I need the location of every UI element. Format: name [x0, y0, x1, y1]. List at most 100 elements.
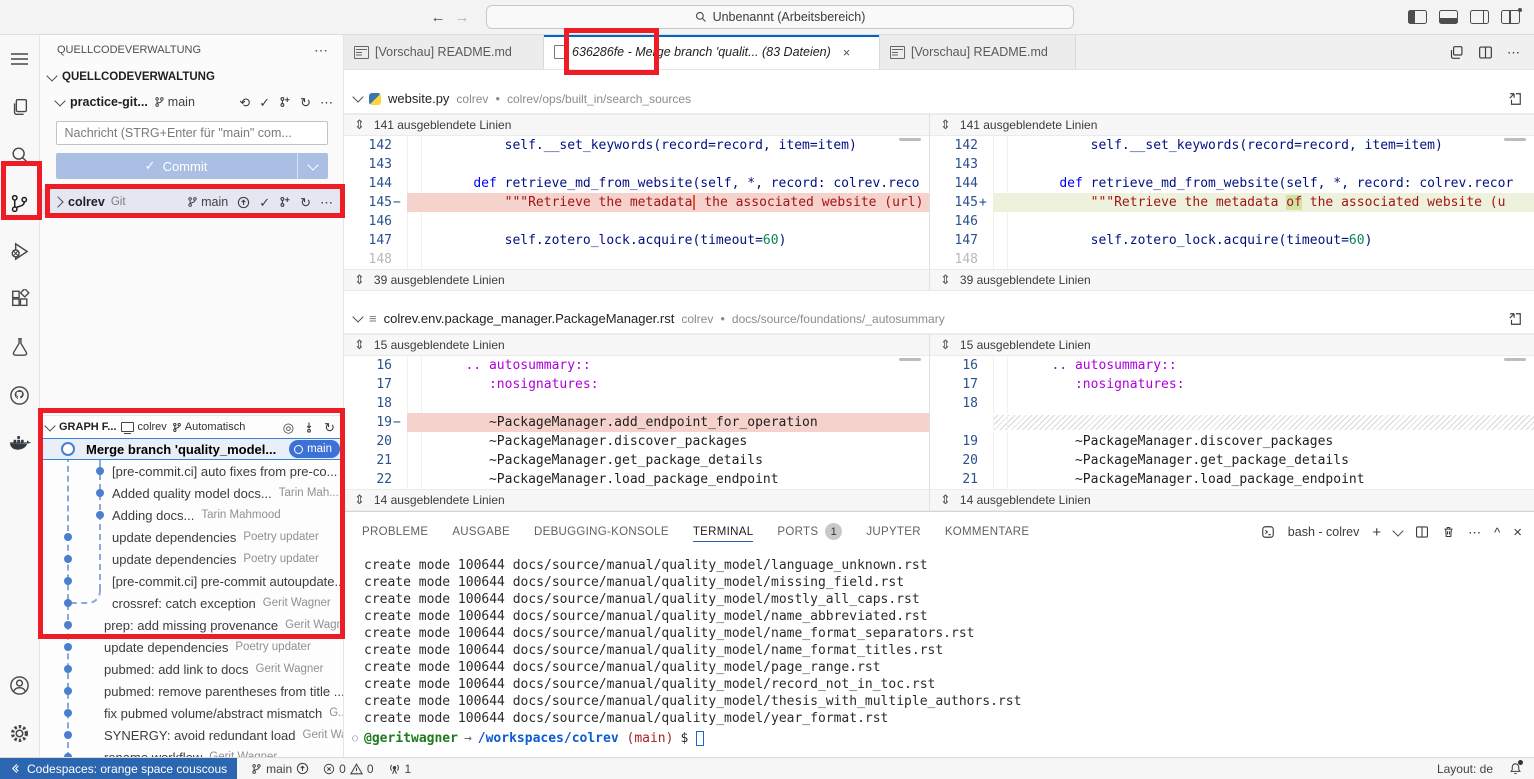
notifications-bell-icon[interactable]	[1509, 762, 1522, 775]
new-terminal-icon[interactable]: +	[1372, 525, 1381, 540]
horizontal-scrollbar[interactable]	[899, 358, 921, 361]
refresh-icon[interactable]: ↻	[324, 421, 335, 434]
horizontal-scrollbar[interactable]	[899, 138, 921, 141]
horizontal-scrollbar[interactable]	[1504, 358, 1526, 361]
customize-layout-icon[interactable]	[1501, 10, 1520, 24]
diff-right-pane[interactable]: ⇕ 141 ausgeblendete Linien 142 self.__se…	[930, 114, 1534, 291]
commit-row[interactable]: crossref: catch exceptionGerit Wagner	[40, 592, 343, 614]
diff-right-pane[interactable]: ⇕ 15 ausgeblendete Linien 16 .. autosumm…	[930, 334, 1534, 511]
commit-row[interactable]: update dependenciesPoetry updater	[40, 548, 343, 570]
tab-readme-preview-2[interactable]: [Vorschau] README.md	[880, 35, 1076, 69]
graph-repo-picker[interactable]: colrev	[121, 421, 166, 433]
close-panel-icon[interactable]: ×	[1513, 525, 1522, 540]
tab-readme-preview-1[interactable]: [Vorschau] README.md	[344, 35, 544, 69]
github-icon[interactable]	[0, 371, 40, 419]
nav-back-button[interactable]: ←	[426, 9, 450, 26]
terminal-dropdown-icon[interactable]	[1392, 525, 1403, 536]
panel-tab-jupyter[interactable]: JUPYTER	[866, 523, 921, 542]
commit-row[interactable]: update dependenciesPoetry updater	[40, 636, 343, 658]
refresh-icon[interactable]: ↻	[300, 96, 311, 109]
sidebar-more-icon[interactable]: ⋯	[314, 42, 329, 59]
diff-left-pane[interactable]: ⇕ 141 ausgeblendete Linien 142 self.__se…	[344, 114, 930, 291]
nav-forward-button[interactable]: →	[450, 9, 474, 26]
commit-row[interactable]: [pre-commit.ci] pre-commit autoupdate...	[40, 570, 343, 592]
fold-row[interactable]: ⇕ 39 ausgeblendete Linien	[930, 269, 1534, 291]
fold-row[interactable]: ⇕ 14 ausgeblendete Linien	[344, 489, 929, 511]
fold-row[interactable]: ⇕ 141 ausgeblendete Linien	[930, 114, 1534, 136]
commit-row[interactable]: rename workflowGerit Wagner	[40, 746, 343, 757]
commit-list[interactable]: Merge branch 'quality_model...main[pre-c…	[40, 438, 343, 757]
settings-gear-icon[interactable]	[0, 709, 40, 757]
kill-terminal-icon[interactable]	[1442, 525, 1455, 539]
tab-commit-diff[interactable]: 636286fe - Merge branch 'qualit... (83 D…	[544, 35, 880, 69]
statusbar-broadcast[interactable]: 1	[388, 762, 412, 776]
panel-tab-ports[interactable]: PORTS1	[777, 520, 842, 544]
command-center[interactable]: Unbenannt (Arbeitsbereich)	[486, 5, 1074, 29]
run-debug-icon[interactable]	[0, 227, 40, 275]
open-changes-icon[interactable]	[1449, 45, 1464, 60]
fold-row[interactable]: ⇕ 14 ausgeblendete Linien	[930, 489, 1534, 511]
diff-file-header[interactable]: website.py colrev • colrev/ops/built_in/…	[344, 84, 1534, 114]
more-actions-icon[interactable]: ⋯	[1468, 526, 1481, 539]
testing-icon[interactable]	[0, 323, 40, 371]
target-icon[interactable]: ◎	[283, 421, 294, 434]
scm-section-row[interactable]: QUELLCODEVERWALTUNG	[40, 65, 343, 89]
diff-code-right[interactable]: 16 .. autosummary::17 :nosignatures:1819…	[930, 356, 1534, 489]
graph-ref-picker[interactable]: Automatisch	[172, 421, 246, 433]
commit-check-icon[interactable]: ✓	[259, 196, 270, 209]
explorer-icon[interactable]	[0, 83, 40, 131]
docker-icon[interactable]	[0, 419, 40, 467]
commit-row[interactable]: fix pubmed volume/abstract mismatchG...	[40, 702, 343, 724]
commit-button[interactable]: ✓ Commit	[56, 153, 328, 179]
create-branch-icon[interactable]	[279, 96, 291, 108]
commit-row[interactable]: [pre-commit.ci] auto fixes from pre-co..…	[40, 460, 343, 482]
commit-dropdown[interactable]	[298, 153, 328, 179]
commit-button-main[interactable]: ✓ Commit	[56, 153, 298, 179]
commit-row[interactable]: pubmed: add link to docsGerit Wagner	[40, 658, 343, 680]
horizontal-scrollbar[interactable]	[1504, 138, 1526, 141]
commit-row[interactable]: SYNERGY: avoid redundant loadGerit Wa...	[40, 724, 343, 746]
remote-indicator[interactable]: Codespaces: orange space couscous	[0, 758, 237, 779]
diff-code-right[interactable]: 142 self.__set_keywords(record=record, i…	[930, 136, 1534, 269]
statusbar-branch[interactable]: main	[251, 762, 309, 776]
panel-tab-kommentare[interactable]: KOMMENTARE	[945, 523, 1030, 542]
commit-message-input[interactable]	[56, 121, 328, 145]
publish-icon[interactable]	[237, 196, 250, 209]
panel-tab-debug-konsole[interactable]: DEBUGGING-KONSOLE	[534, 523, 669, 542]
commit-row[interactable]: update dependenciesPoetry updater	[40, 526, 343, 548]
terminal-prompt[interactable]: ○ @geritwagner → /workspaces/colrev (mai…	[364, 730, 1534, 747]
commit-row[interactable]: prep: add missing provenanceGerit Wagner	[40, 614, 343, 636]
panel-tab-terminal[interactable]: TERMINAL	[693, 523, 754, 542]
maximize-panel-icon[interactable]: ^	[1494, 526, 1500, 539]
more-actions-icon[interactable]: ⋯	[320, 96, 333, 109]
refresh-icon[interactable]: ↻	[300, 196, 311, 209]
split-editor-icon[interactable]	[1478, 45, 1493, 60]
open-file-icon[interactable]	[1508, 312, 1522, 326]
keyboard-layout[interactable]: Layout: de	[1437, 762, 1493, 776]
menu-icon[interactable]	[0, 35, 40, 83]
commit-row[interactable]: Adding docs...Tarin Mahmood	[40, 504, 343, 526]
create-branch-icon[interactable]	[279, 196, 291, 208]
commit-row[interactable]: Merge branch 'quality_model...main	[40, 438, 343, 460]
fold-row[interactable]: ⇕ 141 ausgeblendete Linien	[344, 114, 929, 136]
close-icon[interactable]: ×	[843, 45, 851, 60]
more-actions-icon[interactable]: ⋯	[320, 196, 333, 209]
fold-row[interactable]: ⇕ 39 ausgeblendete Linien	[344, 269, 929, 291]
sync-icon[interactable]: ⟲	[239, 96, 250, 109]
fold-row[interactable]: ⇕ 15 ausgeblendete Linien	[930, 334, 1534, 356]
terminal-output[interactable]: create mode 100644 docs/source/manual/qu…	[344, 552, 1534, 757]
search-sidebar-icon[interactable]	[0, 131, 40, 179]
panel-tab-probleme[interactable]: PROBLEME	[362, 523, 428, 542]
extensions-icon[interactable]	[0, 275, 40, 323]
panel-tab-ausgabe[interactable]: AUSGABE	[452, 523, 510, 542]
account-icon[interactable]	[0, 661, 40, 709]
git-graph-header[interactable]: GRAPH F... colrev Automatisch ◎ ↻	[40, 415, 343, 438]
open-file-icon[interactable]	[1508, 92, 1522, 106]
fold-row[interactable]: ⇕ 15 ausgeblendete Linien	[344, 334, 929, 356]
toggle-secondary-sidebar-icon[interactable]	[1470, 10, 1489, 24]
commit-row[interactable]: Added quality model docs...Tarin Mah...	[40, 482, 343, 504]
commit-row[interactable]: pubmed: remove parentheses from title ..…	[40, 680, 343, 702]
toggle-sidebar-icon[interactable]	[1408, 10, 1427, 24]
statusbar-problems[interactable]: 0 0	[323, 762, 373, 776]
diff-left-pane[interactable]: ⇕ 15 ausgeblendete Linien 16 .. autosumm…	[344, 334, 930, 511]
